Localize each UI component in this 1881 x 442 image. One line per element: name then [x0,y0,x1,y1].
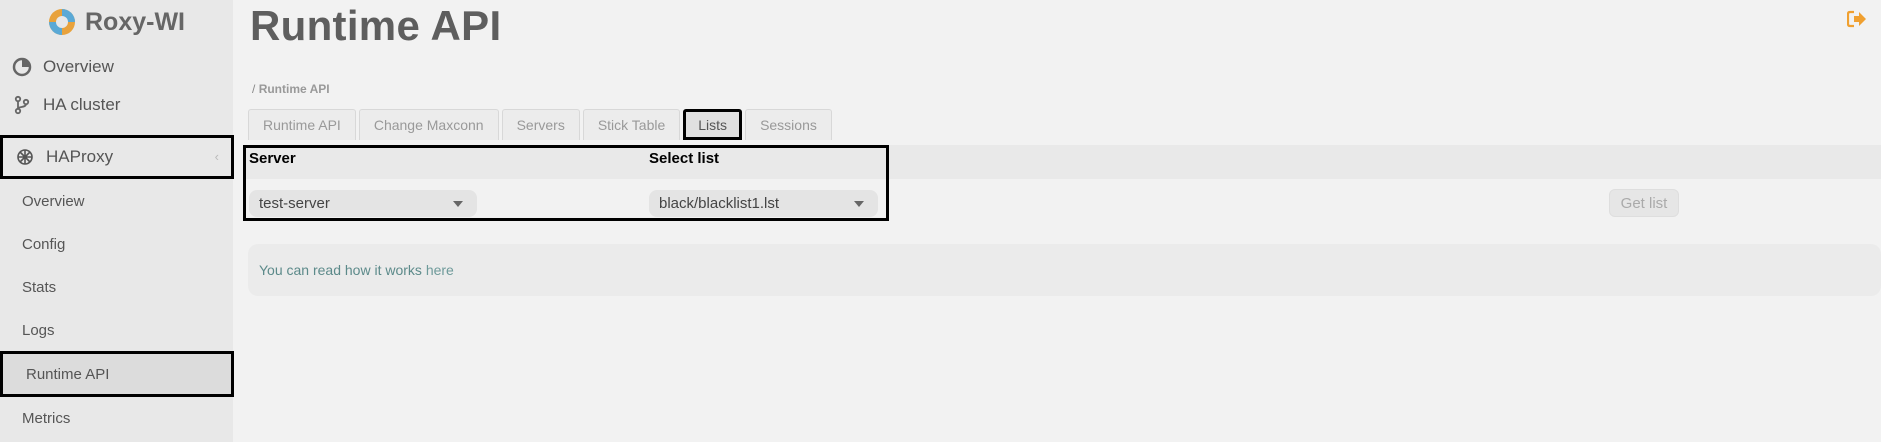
roxy-logo-icon [49,9,75,35]
sidebar-subitem-metrics[interactable]: Metrics [0,397,233,440]
sidebar-subitem-label: Stats [22,279,57,296]
app-logo[interactable]: Roxy-WI [47,4,185,40]
branch-icon [10,93,34,117]
select-list-label: Select list [649,150,720,167]
sidebar-subitem-label: Overview [22,193,85,210]
sidebar-subitem-label: Logs [22,322,55,339]
overview-icon [10,55,34,79]
logout-icon[interactable] [1847,10,1867,28]
tab-lists[interactable]: Lists [683,109,743,140]
tab-stick-table[interactable]: Stick Table [582,109,681,140]
dropdown-arrow-icon [854,201,864,207]
sidebar-item-ha-cluster[interactable]: HA cluster [0,83,233,127]
sidebar-subitem-stats[interactable]: Stats [0,266,233,309]
dropdown-arrow-icon [453,201,463,207]
help-link[interactable]: You can read how it works [259,262,422,278]
sidebar-subitem-config[interactable]: Config [0,223,233,266]
sidebar-subitem-runtime-api[interactable]: Runtime API [0,351,234,397]
sidebar-subitem-logs[interactable]: Logs [0,309,233,352]
server-label: Server [249,150,296,167]
list-select-value: black/blacklist1.lst [659,195,780,212]
tab-servers[interactable]: Servers [501,109,580,140]
server-select-value: test-server [259,195,330,212]
breadcrumb-current[interactable]: Runtime API [259,82,330,96]
breadcrumb: / Runtime API [252,82,330,96]
tab-change-maxconn[interactable]: Change Maxconn [358,109,499,140]
sidebar-item-label: HA cluster [43,95,121,114]
sidebar-item-haproxy[interactable]: HAProxy ‹ [0,135,234,179]
sidebar-subitem-label: Metrics [22,410,71,427]
list-select[interactable]: black/blacklist1.lst [649,190,878,217]
sidebar-item-label: Overview [43,57,114,76]
breadcrumb-separator: / [252,82,256,96]
sidebar-subitem-label: Runtime API [26,365,110,383]
tab-sessions[interactable]: Sessions [745,109,832,140]
help-link-here[interactable]: here [426,262,454,278]
help-info-box: You can read how it works here [248,244,1881,296]
tab-bar: Runtime API Change Maxconn Servers Stick… [248,109,832,142]
sidebar-item-label: HAProxy [46,147,114,166]
tab-runtime-api[interactable]: Runtime API [248,109,356,140]
page-title: Runtime API [250,2,502,49]
app-name: Roxy-WI [85,7,185,36]
sidebar-subitem-overview[interactable]: Overview [0,180,233,223]
haproxy-icon [13,145,37,169]
sidebar-subitem-label: Config [22,236,66,253]
chevron-left-icon: ‹ [214,149,219,164]
sidebar: Roxy-WI Overview HA cluster HAProxy ‹ Ov… [0,0,234,442]
server-select[interactable]: test-server [249,190,477,217]
get-list-button[interactable]: Get list [1609,189,1679,217]
